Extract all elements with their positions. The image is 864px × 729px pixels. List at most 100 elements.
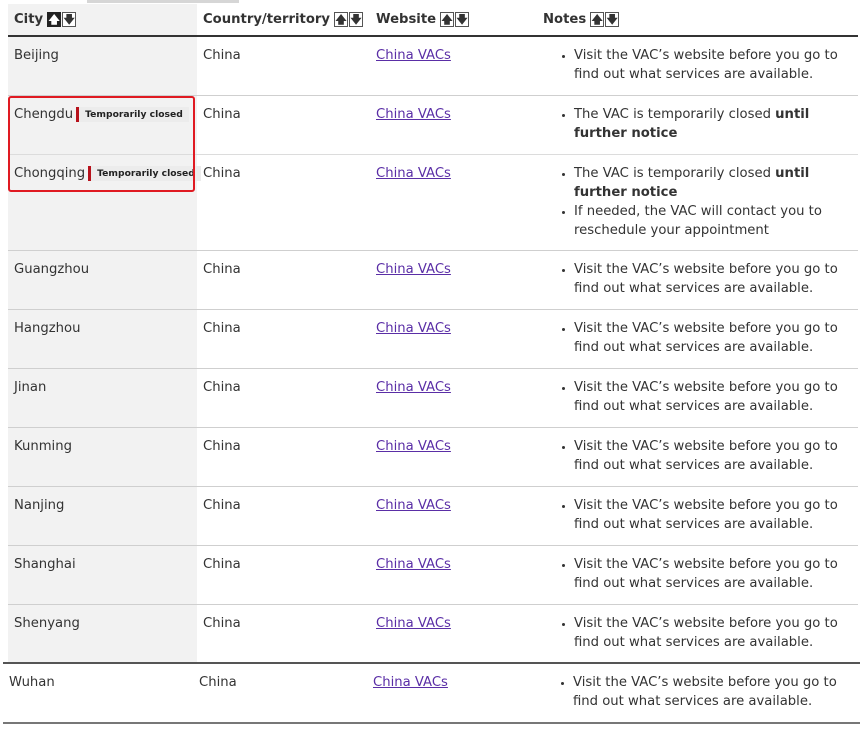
website-link[interactable]: China VACs: [373, 675, 448, 690]
table-row: Wuhan China China VACs Visit the VAC’s webs…: [3, 662, 860, 724]
sort-descending-icon[interactable]: 🡇: [348, 12, 363, 27]
note-item: If needed, the VAC will contact you to r…: [574, 202, 856, 240]
cell-notes: The VAC is temporarily closed until furt…: [556, 105, 856, 143]
country-sort-controls: 🡅 🡇: [333, 12, 363, 27]
sort-descending-icon[interactable]: 🡇: [605, 12, 620, 27]
city-name: Shenyang: [14, 616, 80, 631]
cell-website: China VACs: [376, 46, 451, 65]
cell-country: China: [203, 262, 241, 277]
notes-sort-controls: 🡅 🡇: [590, 12, 620, 27]
header-country-label: Country/territory: [203, 12, 330, 27]
cell-country: China: [203, 48, 241, 63]
note-text: The VAC is temporarily closed: [574, 166, 776, 181]
city-sort-controls: 🡅 🡇: [47, 12, 77, 27]
city-name: Guangzhou: [14, 262, 90, 277]
website-link[interactable]: China VACs: [376, 166, 451, 181]
website-link[interactable]: China VACs: [376, 262, 451, 277]
cell-city: Shanghai: [14, 555, 76, 574]
cell-city: Guangzhou: [14, 260, 89, 279]
cell-country: China: [203, 439, 241, 454]
cell-city: Kunming: [14, 437, 72, 456]
cell-notes: Visit the VAC’s website before you go to…: [556, 496, 856, 534]
note-item: Visit the VAC’s website before you go to…: [574, 555, 856, 593]
city-name: Beijing: [14, 48, 59, 63]
sort-ascending-icon[interactable]: 🡅: [440, 12, 455, 27]
header-notes-label: Notes: [543, 12, 587, 27]
cell-country: China: [203, 380, 241, 395]
note-item: Visit the VAC’s website before you go to…: [574, 614, 856, 652]
cell-website: China VACs: [376, 105, 451, 124]
website-link[interactable]: China VACs: [376, 380, 451, 395]
cell-website: China VACs: [376, 260, 451, 279]
cell-notes: Visit the VAC’s website before you go to…: [556, 319, 856, 357]
note-item: Visit the VAC’s website before you go to…: [574, 260, 856, 298]
website-link[interactable]: China VACs: [376, 321, 451, 336]
city-name: Jinan: [14, 380, 47, 395]
cell-city: Shenyang: [14, 614, 80, 633]
cell-notes: Visit the VAC’s website before you go to…: [555, 673, 855, 711]
cell-notes: Visit the VAC’s website before you go to…: [556, 437, 856, 475]
table-row: Beijing China China VACs Visit the VAC’s we…: [8, 37, 858, 96]
cell-city: Wuhan: [9, 673, 55, 692]
cell-city: Hangzhou: [14, 319, 80, 338]
website-link[interactable]: China VACs: [376, 498, 451, 513]
cell-website: China VACs: [376, 378, 451, 397]
table-row: Shanghai China China VACs Visit the VAC’s w…: [8, 546, 858, 605]
closed-cities-highlight-box: [8, 96, 195, 192]
cell-city: Nanjing: [14, 496, 64, 515]
cell-country: China: [203, 498, 241, 513]
cell-website: China VACs: [376, 614, 451, 633]
header-website-label: Website: [376, 12, 437, 27]
header-city-label: City: [14, 12, 44, 27]
website-link[interactable]: China VACs: [376, 557, 451, 572]
sort-ascending-icon[interactable]: 🡅: [590, 12, 605, 27]
cell-city: Jinan: [14, 378, 46, 397]
city-name: Wuhan: [9, 675, 55, 690]
table-row: Guangzhou China China VACs Visit the VAC’s …: [8, 251, 858, 310]
sort-ascending-icon[interactable]: 🡅: [47, 12, 62, 27]
top-tab-indicator: [87, 0, 239, 3]
table-header: City 🡅 🡇 Country/territory 🡅 🡇 Website 🡅…: [8, 4, 858, 37]
cell-country: China: [203, 321, 241, 336]
note-item: Visit the VAC’s website before you go to…: [574, 46, 856, 84]
cell-country: China: [203, 107, 241, 122]
sort-descending-icon[interactable]: 🡇: [62, 12, 77, 27]
note-item: Visit the VAC’s website before you go to…: [574, 378, 856, 416]
note-text: The VAC is temporarily closed: [574, 107, 776, 122]
table-row: Shenyang China China VACs Visit the VAC’s w…: [8, 605, 858, 664]
table-row: Jinan China China VACs Visit the VAC’s webs…: [8, 369, 858, 428]
cell-notes: The VAC is temporarily closed until furt…: [556, 164, 856, 240]
table-row: Nanjing China China VACs Visit the VAC’s we…: [8, 487, 858, 546]
note-item: Visit the VAC’s website before you go to…: [573, 673, 855, 711]
website-link[interactable]: China VACs: [376, 439, 451, 454]
cell-country: China: [203, 616, 241, 631]
website-link[interactable]: China VACs: [376, 107, 451, 122]
note-item: The VAC is temporarily closed until furt…: [574, 164, 856, 202]
cell-notes: Visit the VAC’s website before you go to…: [556, 555, 856, 593]
table-row: Hangzhou China China VACs Visit the VAC’s w…: [8, 310, 858, 369]
header-country: Country/territory 🡅 🡇: [203, 12, 363, 27]
note-item: Visit the VAC’s website before you go to…: [574, 437, 856, 475]
sort-descending-icon[interactable]: 🡇: [455, 12, 470, 27]
cell-website: China VACs: [376, 164, 451, 183]
header-website: Website 🡅 🡇: [376, 12, 470, 27]
cell-website: China VACs: [376, 555, 451, 574]
note-item: The VAC is temporarily closed until furt…: [574, 105, 856, 143]
cell-city: Beijing: [14, 46, 59, 65]
cell-notes: Visit the VAC’s website before you go to…: [556, 378, 856, 416]
cell-website: China VACs: [376, 437, 451, 456]
cell-country: China: [199, 675, 237, 690]
note-item: Visit the VAC’s website before you go to…: [574, 496, 856, 534]
website-link[interactable]: China VACs: [376, 48, 451, 63]
cell-country: China: [203, 557, 241, 572]
header-city: City 🡅 🡇: [14, 12, 77, 27]
website-link[interactable]: China VACs: [376, 616, 451, 631]
city-name: Shanghai: [14, 557, 76, 572]
cell-website: China VACs: [376, 319, 451, 338]
table-row: Kunming China China VACs Visit the VAC’s we…: [8, 428, 858, 487]
cell-website: China VACs: [373, 673, 448, 692]
header-notes: Notes 🡅 🡇: [543, 12, 620, 27]
city-name: Hangzhou: [14, 321, 81, 336]
cell-website: China VACs: [376, 496, 451, 515]
sort-ascending-icon[interactable]: 🡅: [333, 12, 348, 27]
